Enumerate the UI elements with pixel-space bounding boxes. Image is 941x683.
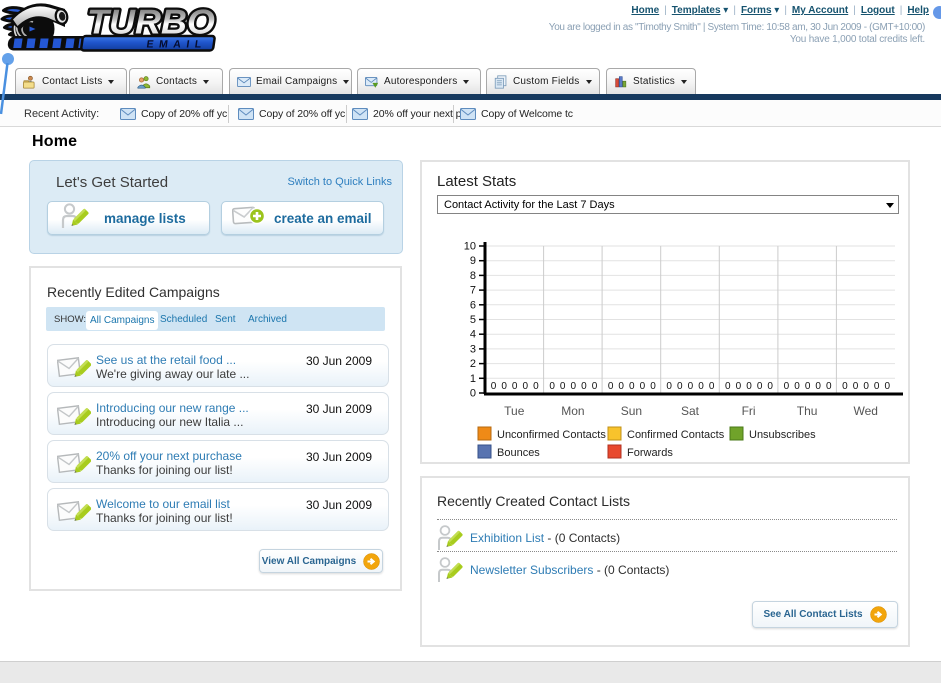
svg-text:0: 0 <box>885 381 891 392</box>
svg-text:0: 0 <box>815 381 821 392</box>
svg-text:0: 0 <box>470 388 476 400</box>
svg-text:0: 0 <box>688 381 694 392</box>
svg-text:0: 0 <box>746 381 752 392</box>
svg-text:0: 0 <box>491 381 497 392</box>
svg-text:0: 0 <box>736 381 742 392</box>
svg-text:0: 0 <box>757 381 763 392</box>
svg-text:0: 0 <box>512 381 518 392</box>
svg-text:0: 0 <box>767 381 773 392</box>
svg-text:0: 0 <box>677 381 683 392</box>
svg-text:0: 0 <box>608 381 614 392</box>
svg-text:0: 0 <box>666 381 672 392</box>
svg-text:Thu: Thu <box>797 404 818 418</box>
svg-text:0: 0 <box>533 381 539 392</box>
svg-text:0: 0 <box>863 381 869 392</box>
svg-text:8: 8 <box>470 270 476 282</box>
svg-text:0: 0 <box>784 381 790 392</box>
svg-text:Sat: Sat <box>681 404 700 418</box>
svg-text:Confirmed Contacts: Confirmed Contacts <box>627 429 725 441</box>
svg-text:0: 0 <box>501 381 507 392</box>
svg-text:3: 3 <box>470 343 476 355</box>
svg-text:0: 0 <box>709 381 715 392</box>
svg-text:0: 0 <box>725 381 731 392</box>
svg-text:0: 0 <box>581 381 587 392</box>
svg-text:0: 0 <box>549 381 555 392</box>
svg-text:Unconfirmed Contacts: Unconfirmed Contacts <box>497 429 606 441</box>
svg-text:0: 0 <box>592 381 598 392</box>
svg-text:0: 0 <box>560 381 566 392</box>
svg-text:0: 0 <box>571 381 577 392</box>
svg-text:0: 0 <box>853 381 859 392</box>
svg-text:0: 0 <box>826 381 832 392</box>
svg-text:1: 1 <box>470 373 476 385</box>
svg-text:0: 0 <box>698 381 704 392</box>
svg-text:0: 0 <box>650 381 656 392</box>
svg-text:Wed: Wed <box>853 404 877 418</box>
svg-text:5: 5 <box>470 314 476 326</box>
svg-text:0: 0 <box>794 381 800 392</box>
svg-text:0: 0 <box>618 381 624 392</box>
svg-text:0: 0 <box>842 381 848 392</box>
svg-text:Forwards: Forwards <box>627 447 673 459</box>
svg-text:7: 7 <box>470 285 476 297</box>
svg-text:9: 9 <box>470 255 476 267</box>
svg-text:Mon: Mon <box>561 404 584 418</box>
svg-text:4: 4 <box>470 329 476 341</box>
svg-text:Unsubscribes: Unsubscribes <box>749 429 816 441</box>
svg-text:0: 0 <box>874 381 880 392</box>
svg-text:Fri: Fri <box>742 404 756 418</box>
svg-text:10: 10 <box>464 241 476 253</box>
svg-text:2: 2 <box>470 358 476 370</box>
svg-text:Tue: Tue <box>504 404 525 418</box>
svg-text:0: 0 <box>805 381 811 392</box>
svg-text:Bounces: Bounces <box>497 447 540 459</box>
svg-text:0: 0 <box>640 381 646 392</box>
svg-text:0: 0 <box>523 381 529 392</box>
svg-text:6: 6 <box>470 299 476 311</box>
svg-text:0: 0 <box>629 381 635 392</box>
svg-text:EMAIL: EMAIL <box>146 39 208 51</box>
svg-text:Sun: Sun <box>621 404 642 418</box>
